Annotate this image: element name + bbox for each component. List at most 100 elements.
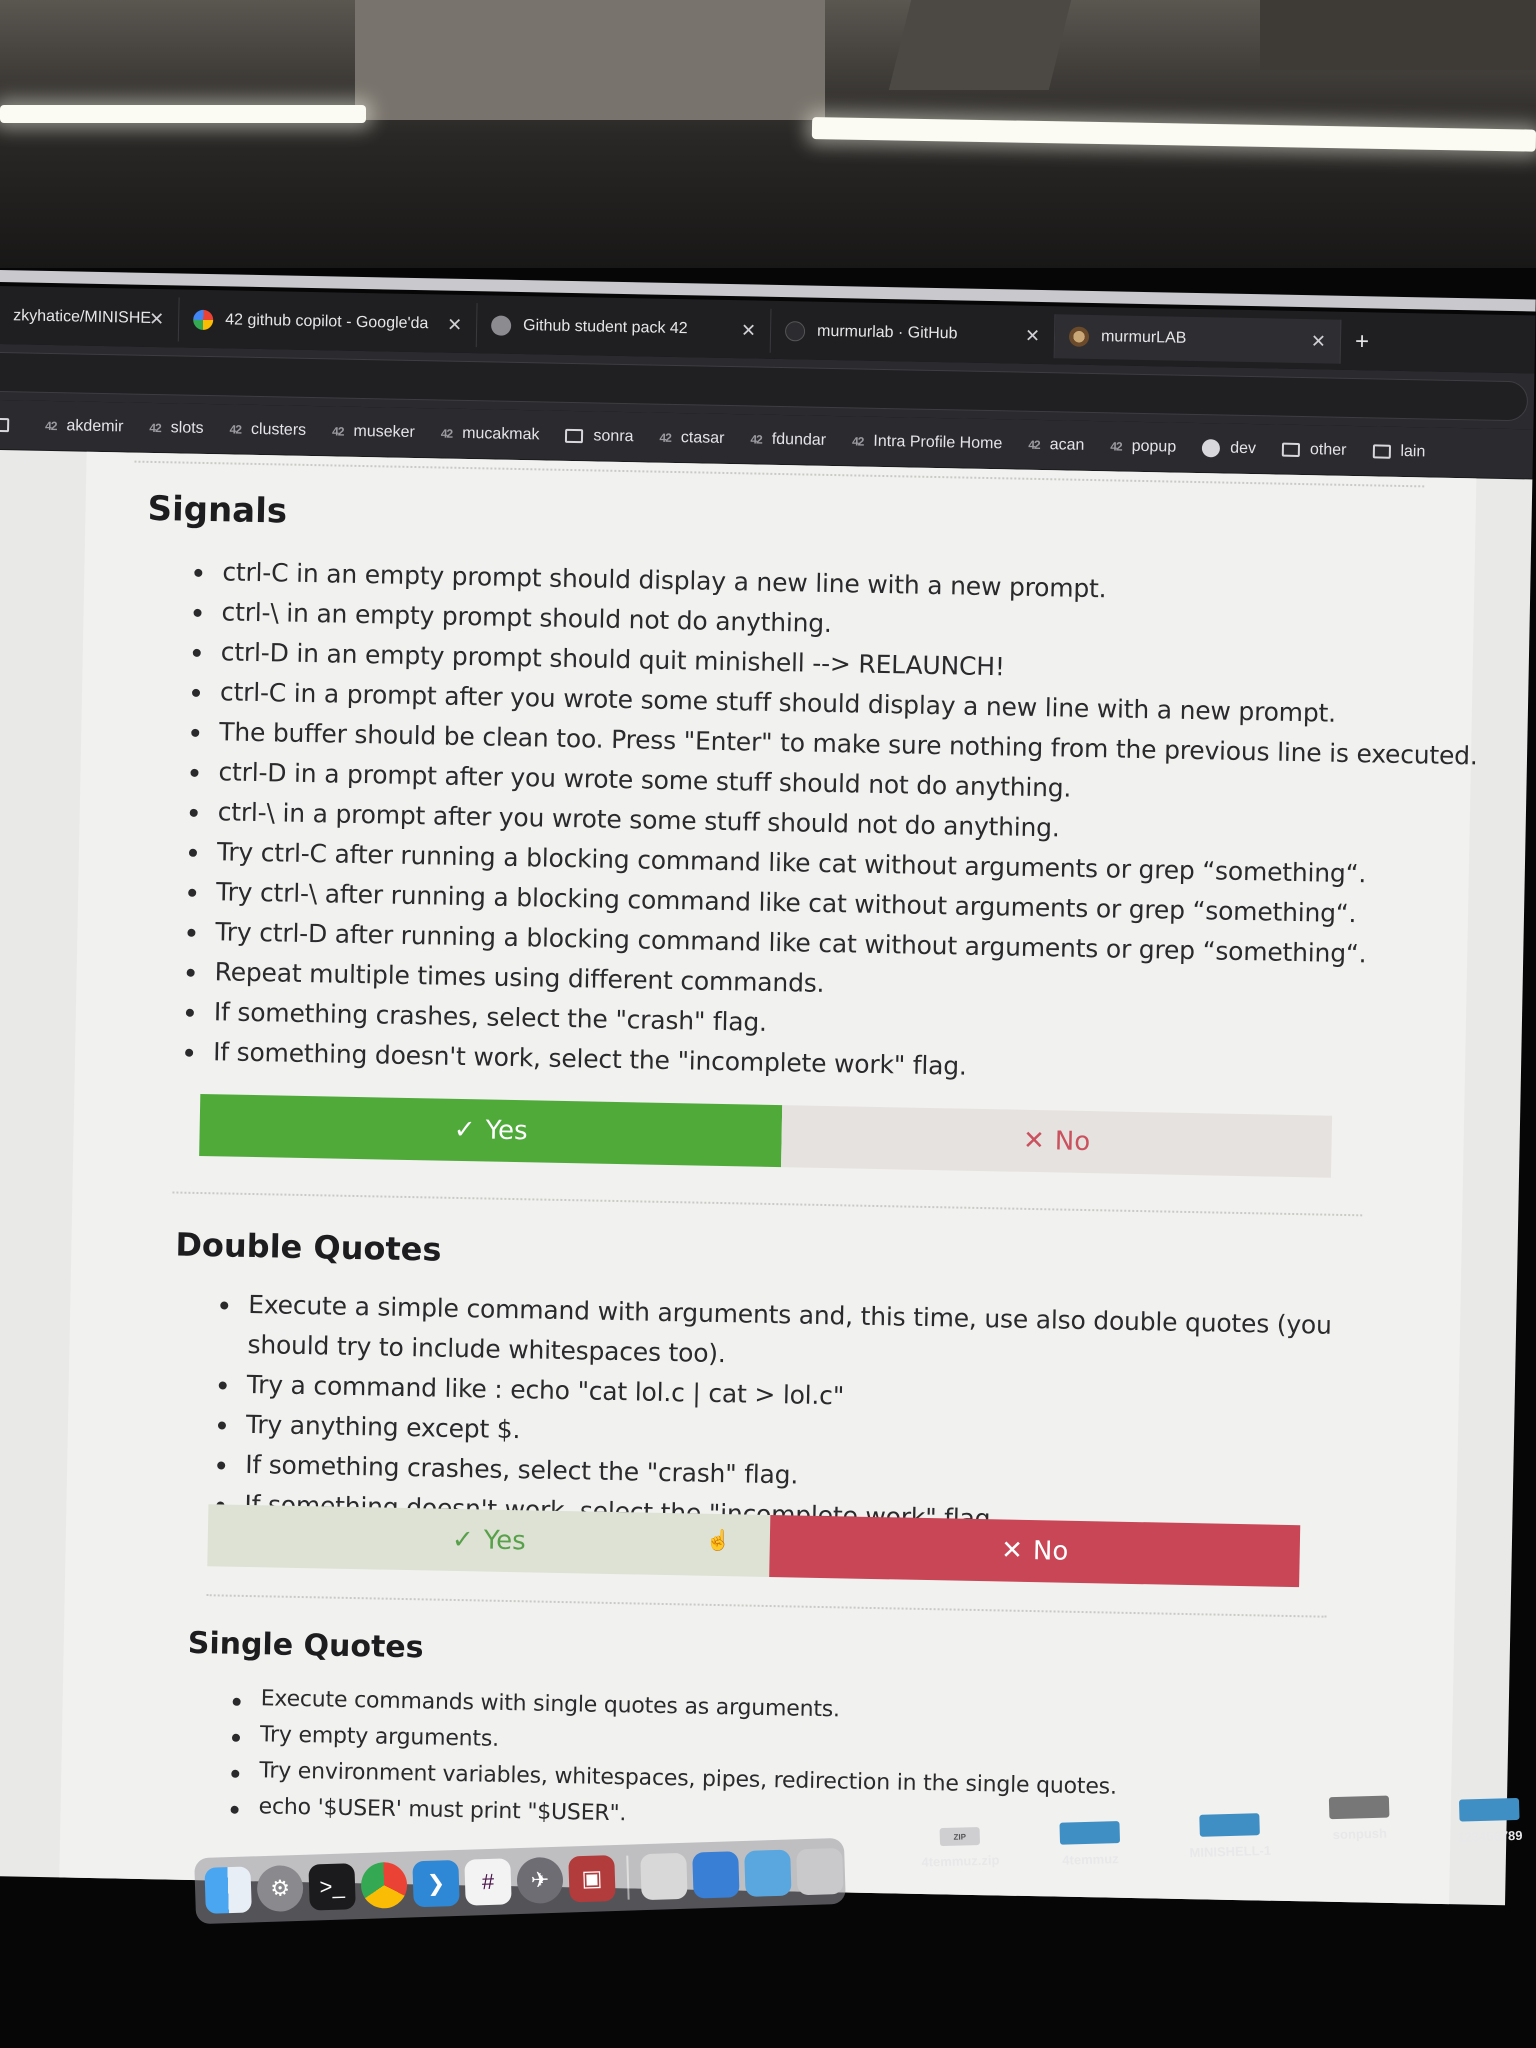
desktop-file[interactable]: ZIP 4temmuz.zip (900, 1826, 1021, 1870)
system-settings-icon[interactable]: ⚙ (256, 1864, 304, 1913)
folder-icon (0, 417, 10, 432)
x-icon: ✕ (1000, 1535, 1024, 1566)
evaluation-card: Signals ctrl-C in an empty prompt should… (59, 451, 1478, 1906)
close-icon[interactable]: ✕ (149, 308, 164, 329)
42-logo-icon: 42 (149, 420, 161, 435)
no-label: No (1054, 1126, 1091, 1158)
vscode-icon[interactable]: ❯ (412, 1859, 460, 1908)
file-label: 123456789 (1457, 1827, 1523, 1845)
github-icon (784, 321, 806, 342)
globe-icon (490, 315, 512, 336)
42-logo-icon: 42 (1028, 437, 1040, 452)
trash-icon[interactable] (796, 1847, 844, 1896)
bookmark-label: popup (1131, 437, 1177, 456)
dock-separator (626, 1855, 630, 1900)
zip-badge: ZIP (953, 1832, 967, 1842)
bookmark-item[interactable]: 42 ctasar (659, 428, 724, 447)
42-logo-icon: 42 (750, 431, 762, 447)
bookmark-label: mucakmak (462, 424, 540, 443)
chrome-icon[interactable] (360, 1861, 408, 1909)
signals-list: ctrl-C in an empty prompt should display… (185, 552, 1481, 1097)
downloads-folder-icon[interactable] (744, 1849, 792, 1897)
42-logo-icon: 42 (851, 433, 864, 449)
bookmark-label: akdemir (66, 416, 124, 435)
browser-tab-active[interactable]: murmurLAB ✕ (1054, 314, 1342, 364)
bookmark-folder-partial[interactable] (0, 417, 19, 432)
bookmark-item[interactable]: 42 popup (1110, 437, 1176, 456)
file-label: sonpush (1332, 1825, 1388, 1843)
no-button[interactable]: ✕ No (769, 1515, 1301, 1588)
browser-tab[interactable]: murmurlab · GitHub ✕ (770, 308, 1056, 359)
close-icon[interactable]: ✕ (447, 314, 462, 335)
bookmark-label: museker (353, 422, 415, 441)
bookmark-folder[interactable]: other (1281, 440, 1347, 459)
browser-tab[interactable]: 42 github copilot - Google'da ✕ (178, 297, 478, 348)
bookmark-item[interactable]: 42 Intra Profile Home (852, 432, 1003, 453)
x-icon: ✕ (1022, 1125, 1046, 1157)
new-tab-button[interactable]: + (1355, 328, 1370, 356)
desktop-file[interactable]: 4temmuz (1029, 1820, 1150, 1868)
bookmark-label: Intra Profile Home (873, 432, 1003, 452)
bookmark-item[interactable]: 42 acan (1028, 435, 1084, 454)
monitor-screen: zkyhatice/MINISHE ✕ 42 github copilot - … (0, 276, 1536, 1906)
tab-title: murmurLAB (1100, 328, 1187, 347)
folder-icon (1328, 1795, 1390, 1820)
file-label: MINISHELL-1 (1189, 1842, 1272, 1861)
tab-title: 42 github copilot - Google'da (225, 311, 429, 333)
yes-button[interactable]: ✓ Yes (207, 1504, 771, 1578)
close-icon[interactable]: ✕ (741, 320, 756, 341)
folder-icon (1458, 1797, 1520, 1822)
desktop-file[interactable]: sonpush (1299, 1795, 1420, 1843)
bookmark-item[interactable]: 42 slots (149, 418, 204, 437)
section-title-signals: Signals (147, 488, 288, 532)
textedit-icon[interactable] (640, 1852, 688, 1901)
yes-label: Yes (485, 1115, 528, 1147)
xcode-icon[interactable] (692, 1851, 740, 1899)
no-label: No (1032, 1536, 1069, 1567)
folder-icon (565, 428, 584, 443)
section-title-single-quotes: Single Quotes (187, 1625, 424, 1666)
bookmark-item[interactable]: 42 mucakmak (441, 424, 540, 444)
bookmark-label: ctasar (680, 428, 725, 447)
close-icon[interactable]: ✕ (1311, 331, 1326, 352)
bookmark-item[interactable]: 42 akdemir (45, 416, 124, 435)
check-circle-icon: ✓ (453, 1114, 476, 1146)
folder-icon (1199, 1813, 1260, 1837)
bookmark-label: sonra (593, 426, 634, 445)
desktop-file[interactable]: 123456789 (1429, 1797, 1536, 1845)
github-icon (1202, 438, 1221, 457)
photo-booth-icon[interactable]: ▣ (568, 1855, 616, 1903)
ceiling-beam (888, 0, 1072, 90)
bookmark-item[interactable]: 42 clusters (229, 420, 307, 439)
browser-tab[interactable]: Github student pack 42 ✕ (476, 303, 772, 353)
bookmark-item[interactable]: dev (1202, 438, 1257, 458)
hand-cursor-icon: ☝ (705, 1529, 731, 1553)
bookmark-label: clusters (250, 420, 307, 439)
42-logo-icon: 42 (440, 425, 453, 441)
bookmark-folder[interactable]: lain (1372, 442, 1425, 461)
finder-icon[interactable] (204, 1866, 252, 1914)
yes-button[interactable]: ✓ Yes (199, 1093, 783, 1168)
browser-tab[interactable]: zkyhatice/MINISHE ✕ (0, 293, 180, 342)
42-logo-icon: 42 (1110, 438, 1122, 454)
terminal-icon[interactable]: >_ (308, 1863, 356, 1911)
bookmark-item[interactable]: 42 museker (332, 422, 415, 442)
close-icon[interactable]: ✕ (1025, 325, 1040, 346)
avatar-icon (1068, 326, 1090, 347)
bookmark-label: dev (1230, 439, 1257, 457)
file-label: 4temmuz (1062, 1851, 1119, 1868)
bookmark-item[interactable]: 42 fdundar (750, 430, 826, 449)
folder-icon (1281, 442, 1301, 457)
signals-choice: ✓ Yes ✕ No (199, 1093, 1333, 1178)
no-button[interactable]: ✕ No (781, 1105, 1333, 1178)
ceiling-light (0, 105, 366, 123)
tab-title: Github student pack 42 (522, 317, 688, 338)
bookmark-folder[interactable]: sonra (565, 426, 634, 445)
42-logo-icon: 42 (331, 423, 344, 439)
section-title-double-quotes: Double Quotes (175, 1225, 442, 1269)
ceiling-light (811, 117, 1536, 152)
desktop-file[interactable]: MINISHELL-1 (1169, 1812, 1290, 1860)
slack-icon[interactable]: # (464, 1858, 512, 1906)
launchpad-icon[interactable]: ✈ (516, 1856, 564, 1905)
bookmark-label: other (1309, 440, 1347, 459)
